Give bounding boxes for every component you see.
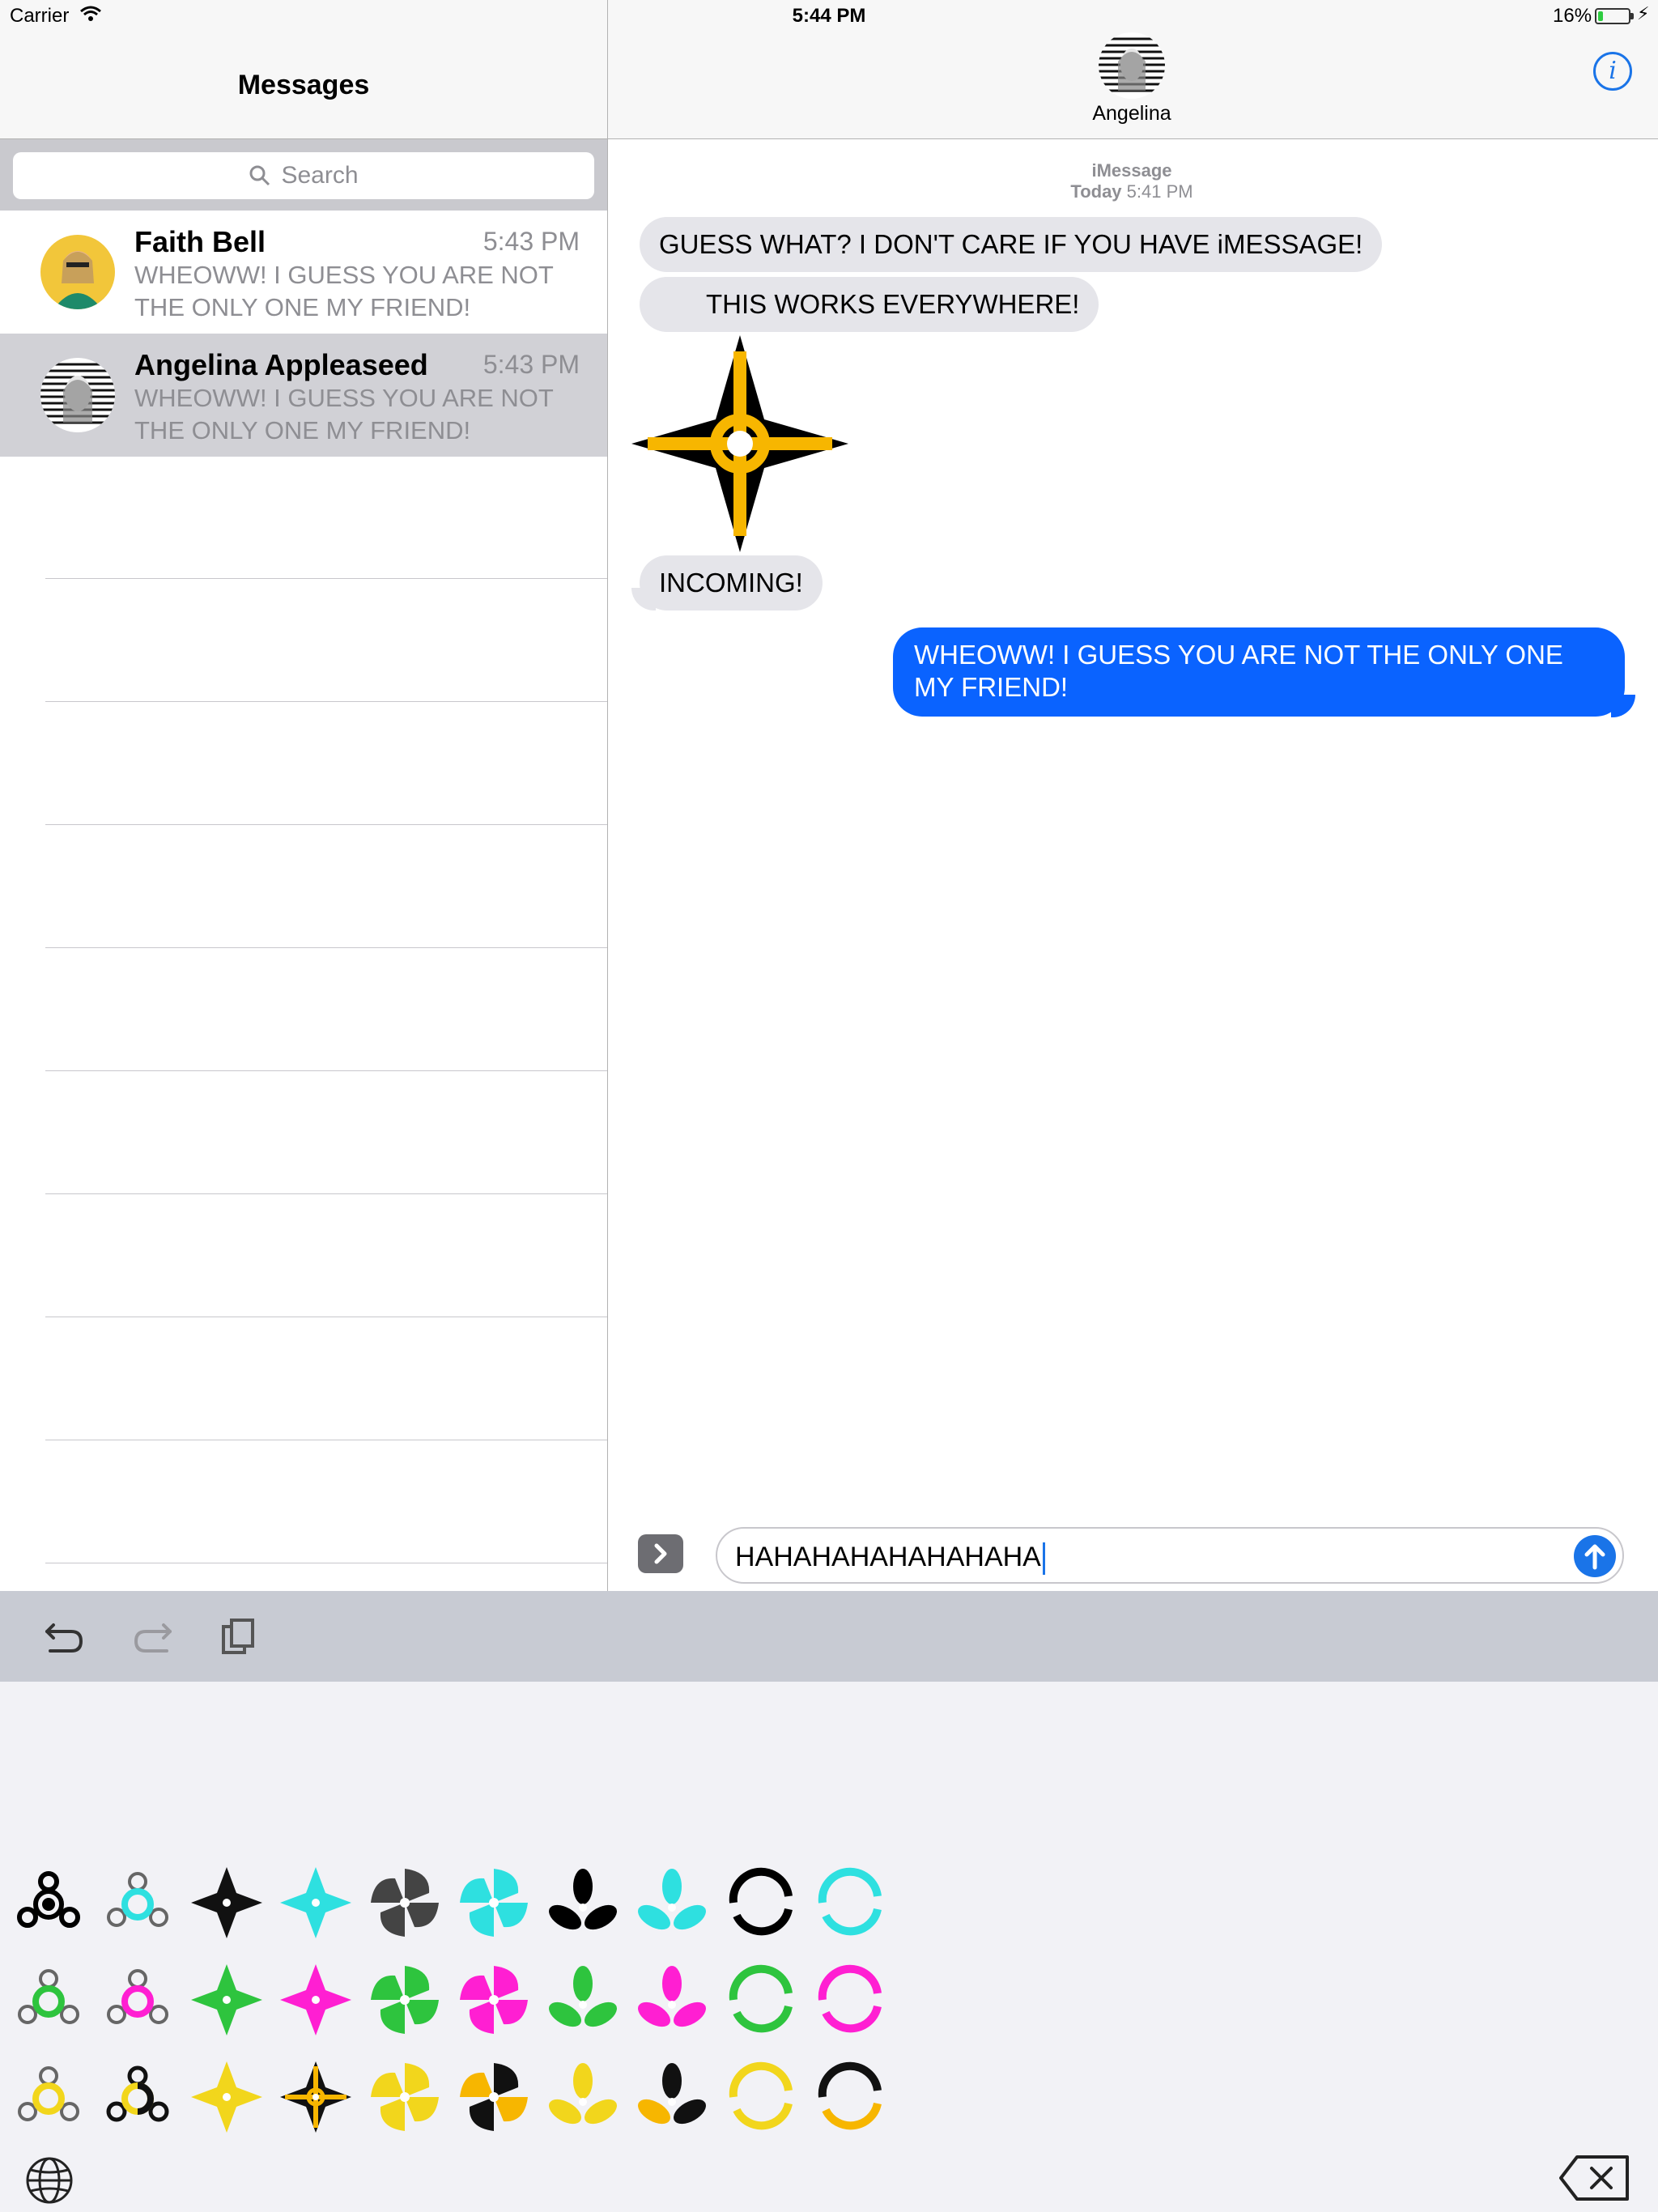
avatar — [40, 235, 115, 309]
message-input-text: HAHAHAHAHAHAHAHA — [735, 1542, 1045, 1576]
list-separator — [45, 947, 607, 948]
paste-icon[interactable] — [217, 1615, 262, 1657]
ring-sticker-yellow[interactable] — [722, 2058, 800, 2136]
contact-name[interactable]: Angelina — [1051, 102, 1213, 125]
search-bar: Search — [0, 139, 607, 211]
send-button[interactable] — [1574, 1535, 1616, 1577]
contact-avatar[interactable] — [1099, 32, 1165, 99]
pinwheel-sticker-green[interactable] — [366, 1961, 444, 2039]
trefoil-sticker-black[interactable] — [544, 1864, 622, 1942]
arrow-up-icon — [1584, 1544, 1605, 1570]
star-sticker-cyan[interactable] — [277, 1864, 355, 1942]
timestamp-time: 5:41 PM — [1126, 181, 1193, 202]
info-icon: i — [1609, 57, 1617, 85]
ring-sticker-pink[interactable] — [811, 1961, 889, 2039]
avatar — [40, 358, 115, 432]
conversation-name: Faith Bell — [134, 225, 266, 258]
conversation-preview: WHEOWW! I GUESS YOU ARE NOT THE ONLY ONE… — [134, 384, 554, 445]
star-sticker-pink[interactable] — [277, 1961, 355, 2039]
conversation-timestamp: Today 5:41 PM — [1010, 181, 1253, 202]
message-input-value: HAHAHAHAHAHAHAHA — [735, 1542, 1041, 1572]
trefoil-sticker-yellow[interactable] — [544, 2058, 622, 2136]
list-separator — [45, 701, 607, 702]
outgoing-message[interactable]: WHEOWW! I GUESS YOU ARE NOT THE ONLY ONE… — [893, 627, 1625, 717]
conversation-time: 5:43 PM — [483, 227, 580, 256]
conversation-item[interactable]: Faith Bell 5:43 PM WHEOWW! I GUESS YOU A… — [0, 211, 607, 334]
conversation-name: Angelina Appleaseed — [134, 348, 428, 381]
text-caret — [1042, 1542, 1045, 1576]
incoming-message[interactable]: INCOMING! — [640, 555, 823, 610]
trefoil-sticker-green[interactable] — [544, 1961, 622, 2039]
incoming-message[interactable]: GUESS WHAT? I DON'T CARE IF YOU HAVE iME… — [640, 217, 1383, 272]
battery-fill — [1598, 11, 1603, 21]
bubble-tail — [631, 588, 656, 610]
spinner-sticker-green[interactable] — [10, 1961, 87, 2039]
timestamp-day: Today — [1070, 181, 1122, 202]
redo-icon[interactable] — [130, 1615, 175, 1657]
conversation-preview: WHEOWW! I GUESS YOU ARE NOT THE ONLY ONE… — [134, 261, 554, 321]
ring-sticker-black[interactable] — [722, 1864, 800, 1942]
sidebar-title: Messages — [237, 70, 370, 100]
split-divider — [607, 0, 608, 1591]
pinwheel-sticker-yellow[interactable] — [366, 2058, 444, 2136]
chevron-right-icon — [654, 1543, 667, 1564]
status-bar: Carrier 5:44 PM 16% ⚡ — [0, 0, 1658, 32]
ninja-star-sticker[interactable] — [628, 332, 852, 555]
delete-key-icon[interactable] — [1558, 2152, 1632, 2204]
search-placeholder: Search — [281, 162, 359, 189]
service-label: iMessage — [1091, 160, 1172, 181]
bubble-tail — [1611, 695, 1635, 717]
pinwheel-sticker-pink[interactable] — [455, 1961, 533, 2039]
undo-icon[interactable] — [42, 1615, 87, 1657]
battery-tip — [1630, 13, 1634, 19]
conversation-time: 5:43 PM — [483, 350, 580, 379]
spinner-sticker-pink[interactable] — [99, 1961, 176, 2039]
ring-sticker-green[interactable] — [722, 1961, 800, 2039]
search-input[interactable]: Search — [13, 152, 594, 199]
conversation-item-selected[interactable]: Angelina Appleaseed 5:43 PM WHEOWW! I GU… — [0, 334, 607, 457]
globe-icon[interactable] — [24, 2155, 74, 2206]
apps-toggle-button[interactable] — [638, 1534, 683, 1573]
ring-sticker-cyan[interactable] — [811, 1864, 889, 1942]
charging-icon: ⚡ — [1637, 3, 1650, 23]
star-sticker-black[interactable] — [188, 1864, 266, 1942]
list-separator — [45, 1070, 607, 1071]
status-time: 5:44 PM — [792, 5, 866, 27]
battery-icon — [1595, 8, 1630, 24]
search-icon — [249, 165, 270, 186]
info-button[interactable]: i — [1593, 52, 1632, 91]
spinner-sticker-black[interactable] — [10, 1864, 87, 1942]
trefoil-sticker-cyan[interactable] — [633, 1864, 711, 1942]
battery-percent: 16% — [1553, 5, 1592, 27]
pinwheel-sticker-cyan[interactable] — [455, 1864, 533, 1942]
spinner-sticker-cyan[interactable] — [99, 1864, 176, 1942]
pinwheel-sticker-black-yellow[interactable] — [455, 2058, 533, 2136]
star-sticker-green[interactable] — [188, 1961, 266, 2039]
list-separator — [45, 1193, 607, 1194]
pinwheel-sticker-gray[interactable] — [366, 1864, 444, 1942]
trefoil-sticker-pink[interactable] — [633, 1961, 711, 2039]
spinner-sticker-yellow-black[interactable] — [99, 2058, 176, 2136]
incoming-message[interactable]: THIS WORKS EVERYWHERE! — [640, 277, 1099, 332]
list-separator — [45, 824, 607, 825]
star-sticker-yellow[interactable] — [188, 2058, 266, 2136]
list-separator — [45, 578, 607, 579]
trefoil-sticker-black-yellow[interactable] — [633, 2058, 711, 2136]
star-sticker-black-yellow[interactable] — [277, 2058, 355, 2136]
ring-sticker-black-yellow[interactable] — [811, 2058, 889, 2136]
spinner-sticker-yellow[interactable] — [10, 2058, 87, 2136]
